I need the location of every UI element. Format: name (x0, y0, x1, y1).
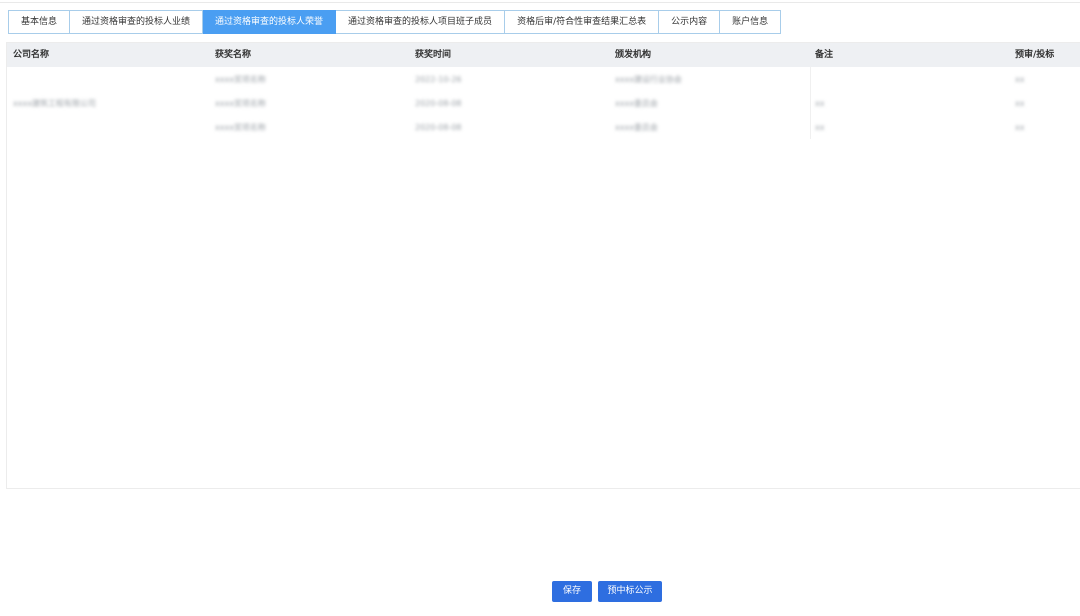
column-header-award-date: 获奖时间 (415, 50, 452, 60)
cell-prequal-bid: xx (1015, 74, 1025, 84)
cell-award-date: 2022-10-26 (415, 74, 462, 84)
column-divider (810, 67, 811, 139)
cell-issuer: xxxx建设行业协会 (615, 74, 682, 84)
cell-award-name: xxxx奖项名称 (215, 74, 266, 84)
honors-table: 公司名称 获奖名称 获奖时间 颁发机构 备注 预审/投标 xxxx奖项名称 20… (6, 42, 1080, 489)
tab-publicity-content[interactable]: 公示内容 (659, 10, 721, 34)
cell-award-date: 2020-08-08 (415, 98, 462, 108)
table-header: 公司名称 获奖名称 获奖时间 颁发机构 备注 预审/投标 (7, 43, 1080, 67)
tab-basic-info[interactable]: 基本信息 (8, 10, 71, 34)
cell-award-name: xxxx奖项名称 (215, 122, 266, 132)
cell-remark: xx (815, 98, 825, 108)
cell-company: xxxx建筑工程有限公司 (13, 98, 96, 108)
column-header-remark: 备注 (815, 50, 834, 60)
column-header-company: 公司名称 (13, 50, 50, 60)
tab-bidder-performance[interactable]: 通过资格审查的投标人业绩 (70, 10, 204, 34)
table-row: xxxx奖项名称 2022-10-26 xxxx建设行业协会 xx (7, 67, 1080, 91)
table-row: xxxx建筑工程有限公司 xxxx奖项名称 2020-08-08 xxxx委员会… (7, 91, 1080, 115)
column-header-award-name: 获奖名称 (215, 50, 252, 60)
tab-review-summary[interactable]: 资格后审/符合性审查结果汇总表 (505, 10, 660, 34)
table-row: xxxx奖项名称 2020-08-08 xxxx委员会 xx xx (7, 115, 1080, 139)
save-button[interactable]: 保存 (552, 581, 592, 602)
cell-award-date: 2020-08-08 (415, 122, 462, 132)
cell-remark: xx (815, 122, 825, 132)
pre-award-publicity-button[interactable]: 预中标公示 (598, 581, 662, 602)
column-header-issuer: 颁发机构 (615, 50, 652, 60)
cell-prequal-bid: xx (1015, 98, 1025, 108)
action-buttons: 保存 预中标公示 (552, 581, 662, 602)
cell-issuer: xxxx委员会 (615, 122, 658, 132)
tab-project-team-members[interactable]: 通过资格审查的投标人项目班子成员 (336, 10, 506, 34)
tab-account-info[interactable]: 账户信息 (720, 10, 782, 34)
cell-award-name: xxxx奖项名称 (215, 98, 266, 108)
cell-issuer: xxxx委员会 (615, 98, 658, 108)
tab-bidder-honors[interactable]: 通过资格审查的投标人荣誉 (203, 10, 337, 34)
top-divider (0, 2, 1080, 3)
tab-bar: 基本信息 通过资格审查的投标人业绩 通过资格审查的投标人荣誉 通过资格审查的投标… (8, 10, 782, 34)
column-header-prequal-bid: 预审/投标 (1015, 50, 1055, 60)
cell-prequal-bid: xx (1015, 122, 1025, 132)
